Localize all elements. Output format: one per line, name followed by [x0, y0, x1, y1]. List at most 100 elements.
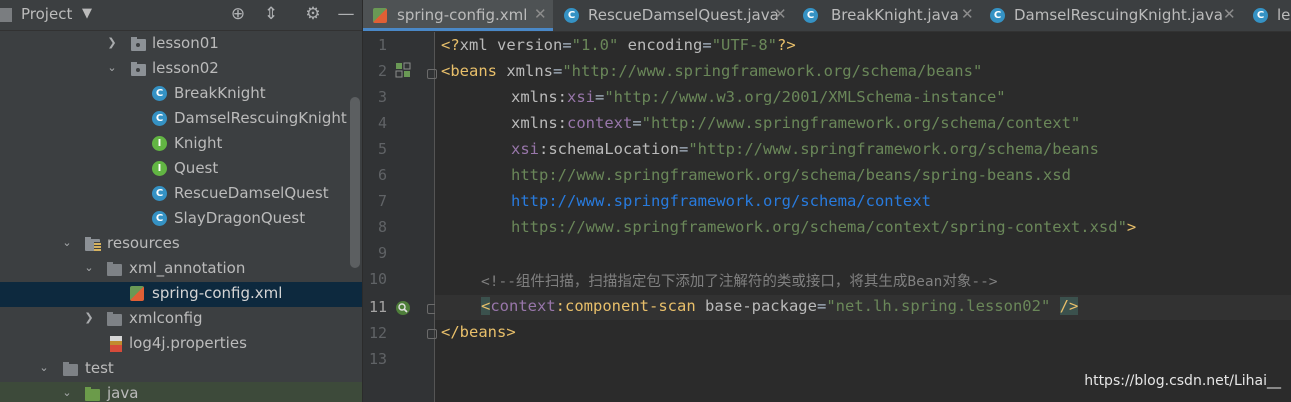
tree-item-label: resources: [107, 234, 180, 252]
tree-item-label: lesson02: [152, 59, 219, 77]
code-line-10: <!--组件扫描，扫描指定包下添加了注解符的类或接口，将其生成Bean对象-->: [481, 274, 998, 290]
folder-icon: [107, 262, 122, 276]
folder-icon: [63, 362, 78, 376]
line-number: 3: [377, 88, 387, 106]
tab-label: spring-config.xml: [397, 6, 528, 24]
interface-icon: I: [152, 161, 167, 176]
fold-marker-icon[interactable]: [427, 69, 437, 79]
code-line-6: http://www.springframework.org/schema/be…: [511, 166, 1071, 184]
tree-item-resources[interactable]: ⌄ resources: [0, 232, 362, 257]
tree-item-xml-annotation[interactable]: ⌄ xml_annotation: [0, 257, 362, 282]
tab-breakknight-java[interactable]: C BreakKnight.java ✕: [793, 0, 979, 31]
class-icon: C: [152, 186, 167, 201]
close-icon[interactable]: ✕: [534, 5, 547, 23]
chevron-down-icon[interactable]: ▼: [82, 6, 92, 21]
tree-item-test[interactable]: ⌄ test: [0, 357, 362, 382]
tab-label: RescueDamselQuest.java: [588, 6, 779, 24]
tree-item-label: java: [107, 384, 139, 402]
tree-item-slaydragonquest[interactable]: C SlayDragonQuest: [0, 207, 362, 232]
tree-item-xmlconfig[interactable]: ❯ xmlconfig: [0, 307, 362, 332]
interface-icon: I: [152, 136, 167, 151]
line-number: 7: [377, 192, 387, 210]
line-number: 10: [368, 270, 387, 288]
tree-item-java[interactable]: ⌄ java: [0, 382, 362, 402]
tree-item-label: BreakKnight: [174, 84, 266, 102]
tab-damselrescuingknight-java[interactable]: C DamselRescuingKnight.java ✕: [980, 0, 1242, 31]
line-number: 8: [377, 218, 387, 236]
project-view-selector[interactable]: Project: [21, 5, 72, 23]
chevron-down-icon[interactable]: ⌄: [60, 385, 74, 399]
package-folder-icon: [131, 37, 146, 51]
minimize-icon[interactable]: —: [335, 4, 357, 24]
test-source-folder-icon: [85, 387, 100, 401]
properties-file-icon: [110, 336, 122, 352]
close-icon[interactable]: ✕: [961, 5, 974, 23]
chevron-down-icon[interactable]: ⌄: [82, 260, 96, 274]
tree-item-lesson01[interactable]: ❯ lesson01: [0, 32, 362, 57]
chevron-right-icon[interactable]: ❯: [105, 35, 119, 49]
tree-item-label: test: [85, 359, 114, 377]
class-icon: C: [152, 111, 167, 126]
code-line-12: </beans>: [441, 323, 516, 341]
folder-icon: [107, 312, 122, 326]
line-number: 5: [377, 140, 387, 158]
tree-item-lesson02[interactable]: ⌄ lesson02: [0, 57, 362, 82]
spring-beans-gutter-icon[interactable]: [395, 62, 411, 78]
line-number: 13: [368, 350, 387, 368]
class-icon: C: [1253, 8, 1268, 23]
line-number: 4: [377, 114, 387, 132]
code-line-3: xmlns:xsi="http://www.w3.org/2001/XMLSch…: [511, 88, 1006, 106]
line-number: 9: [377, 244, 387, 262]
chevron-down-icon[interactable]: ⌄: [60, 235, 74, 249]
tab-label: le: [1277, 6, 1291, 24]
chevron-down-icon[interactable]: ⌄: [37, 360, 51, 374]
tree-item-quest[interactable]: I Quest: [0, 157, 362, 182]
tree-item-label: lesson01: [152, 34, 219, 52]
collapse-icon[interactable]: ⇕: [260, 4, 282, 24]
code-line-1: <?xml version="1.0" encoding="UTF-8"?>: [441, 36, 796, 54]
code-line-8: https://www.springframework.org/schema/c…: [511, 218, 1137, 236]
tree-item-label: Knight: [174, 134, 223, 152]
code-line-2: <beans xmlns="http://www.springframework…: [441, 62, 983, 80]
fold-marker-icon[interactable]: [427, 329, 437, 339]
code-line-4: xmlns:context="http://www.springframewor…: [511, 114, 1081, 132]
project-scrollbar[interactable]: [350, 97, 360, 268]
class-icon: C: [564, 8, 579, 23]
line-number: 2: [377, 62, 387, 80]
tree-item-rescuedamselquest[interactable]: C RescueDamselQuest: [0, 182, 362, 207]
tree-item-label: Quest: [174, 159, 219, 177]
line-number: 6: [377, 166, 387, 184]
tab-spring-config-xml[interactable]: spring-config.xml ✕: [363, 0, 553, 31]
tab-rescuedamselquest-java[interactable]: C RescueDamselQuest.java ✕: [554, 0, 792, 31]
chevron-right-icon[interactable]: ❯: [82, 310, 96, 324]
tree-item-damselrescuingknight[interactable]: C DamselRescuingKnight: [0, 107, 362, 132]
watermark: https://blog.csdn.net/Lihai__: [1084, 373, 1281, 389]
code-line-5: xsi:schemaLocation="http://www.springfra…: [511, 140, 1099, 158]
line-number: 12: [368, 324, 387, 342]
chevron-down-icon[interactable]: ⌄: [105, 60, 119, 74]
close-icon[interactable]: ✕: [774, 5, 787, 23]
tree-item-knight[interactable]: I Knight: [0, 132, 362, 157]
tab-label: DamselRescuingKnight.java: [1014, 6, 1223, 24]
gear-icon[interactable]: ⚙: [302, 4, 324, 24]
line-number: 1: [377, 36, 387, 54]
tree-item-label: RescueDamselQuest: [174, 184, 329, 202]
code-line-11: <context:component-scan base-package="ne…: [481, 297, 1079, 315]
package-folder-icon: [131, 62, 146, 76]
close-icon[interactable]: ✕: [1223, 5, 1236, 23]
class-icon: C: [990, 8, 1005, 23]
tree-item-spring-config-xml[interactable]: spring-config.xml: [0, 282, 362, 307]
tree-item-breakknight[interactable]: C BreakKnight: [0, 82, 362, 107]
tree-item-log4j-properties[interactable]: log4j.properties: [0, 332, 362, 357]
project-panel-header: Project ▼ ⊕ ⇕ ⚙ —: [0, 0, 362, 31]
crosshair-icon[interactable]: ⊕: [227, 4, 249, 24]
tree-item-label: spring-config.xml: [152, 284, 283, 302]
spring-scan-gutter-icon[interactable]: [395, 300, 411, 316]
resources-folder-icon: [85, 237, 101, 251]
tab-overflow[interactable]: C le: [1243, 0, 1291, 31]
line-number: 11: [368, 298, 387, 316]
tab-label: BreakKnight.java: [831, 6, 959, 24]
xml-file-icon: [130, 286, 144, 301]
editor-gutter[interactable]: 1 2 3 4 5 6 7 8 9 10 11 12 13: [363, 32, 437, 402]
class-icon: C: [803, 8, 818, 23]
